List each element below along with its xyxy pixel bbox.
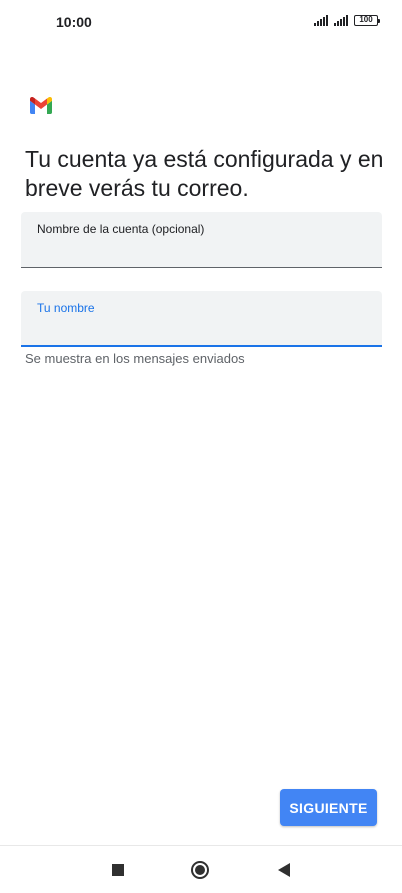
account-name-field[interactable]: Nombre de la cuenta (opcional) bbox=[21, 212, 382, 268]
page-title: Tu cuenta ya está configurada y en breve… bbox=[25, 146, 384, 201]
signal-icon bbox=[334, 15, 348, 26]
recents-button[interactable] bbox=[110, 860, 126, 880]
battery-icon: 100 bbox=[354, 15, 380, 26]
your-name-label: Tu nombre bbox=[37, 301, 95, 315]
navigation-bar bbox=[0, 845, 402, 893]
back-button[interactable] bbox=[276, 860, 292, 880]
your-name-input[interactable] bbox=[37, 319, 357, 339]
back-icon bbox=[278, 863, 290, 877]
your-name-field[interactable]: Tu nombre bbox=[21, 291, 382, 347]
account-name-label: Nombre de la cuenta (opcional) bbox=[37, 222, 205, 236]
status-icons: 100 bbox=[314, 15, 380, 26]
account-name-input[interactable] bbox=[37, 241, 357, 261]
your-name-helper-text: Se muestra en los mensajes enviados bbox=[25, 351, 245, 366]
home-button[interactable] bbox=[190, 860, 210, 880]
home-icon bbox=[191, 861, 209, 879]
screen: 10:00 100 Tu cuenta ya está configurada … bbox=[0, 0, 402, 893]
gmail-logo bbox=[30, 97, 52, 114]
status-time: 10:00 bbox=[56, 14, 92, 30]
battery-level: 100 bbox=[359, 15, 373, 24]
status-bar: 10:00 100 bbox=[0, 0, 402, 46]
signal-icon bbox=[314, 15, 328, 26]
next-button[interactable]: SIGUIENTE bbox=[280, 789, 377, 826]
recents-icon bbox=[112, 864, 124, 876]
